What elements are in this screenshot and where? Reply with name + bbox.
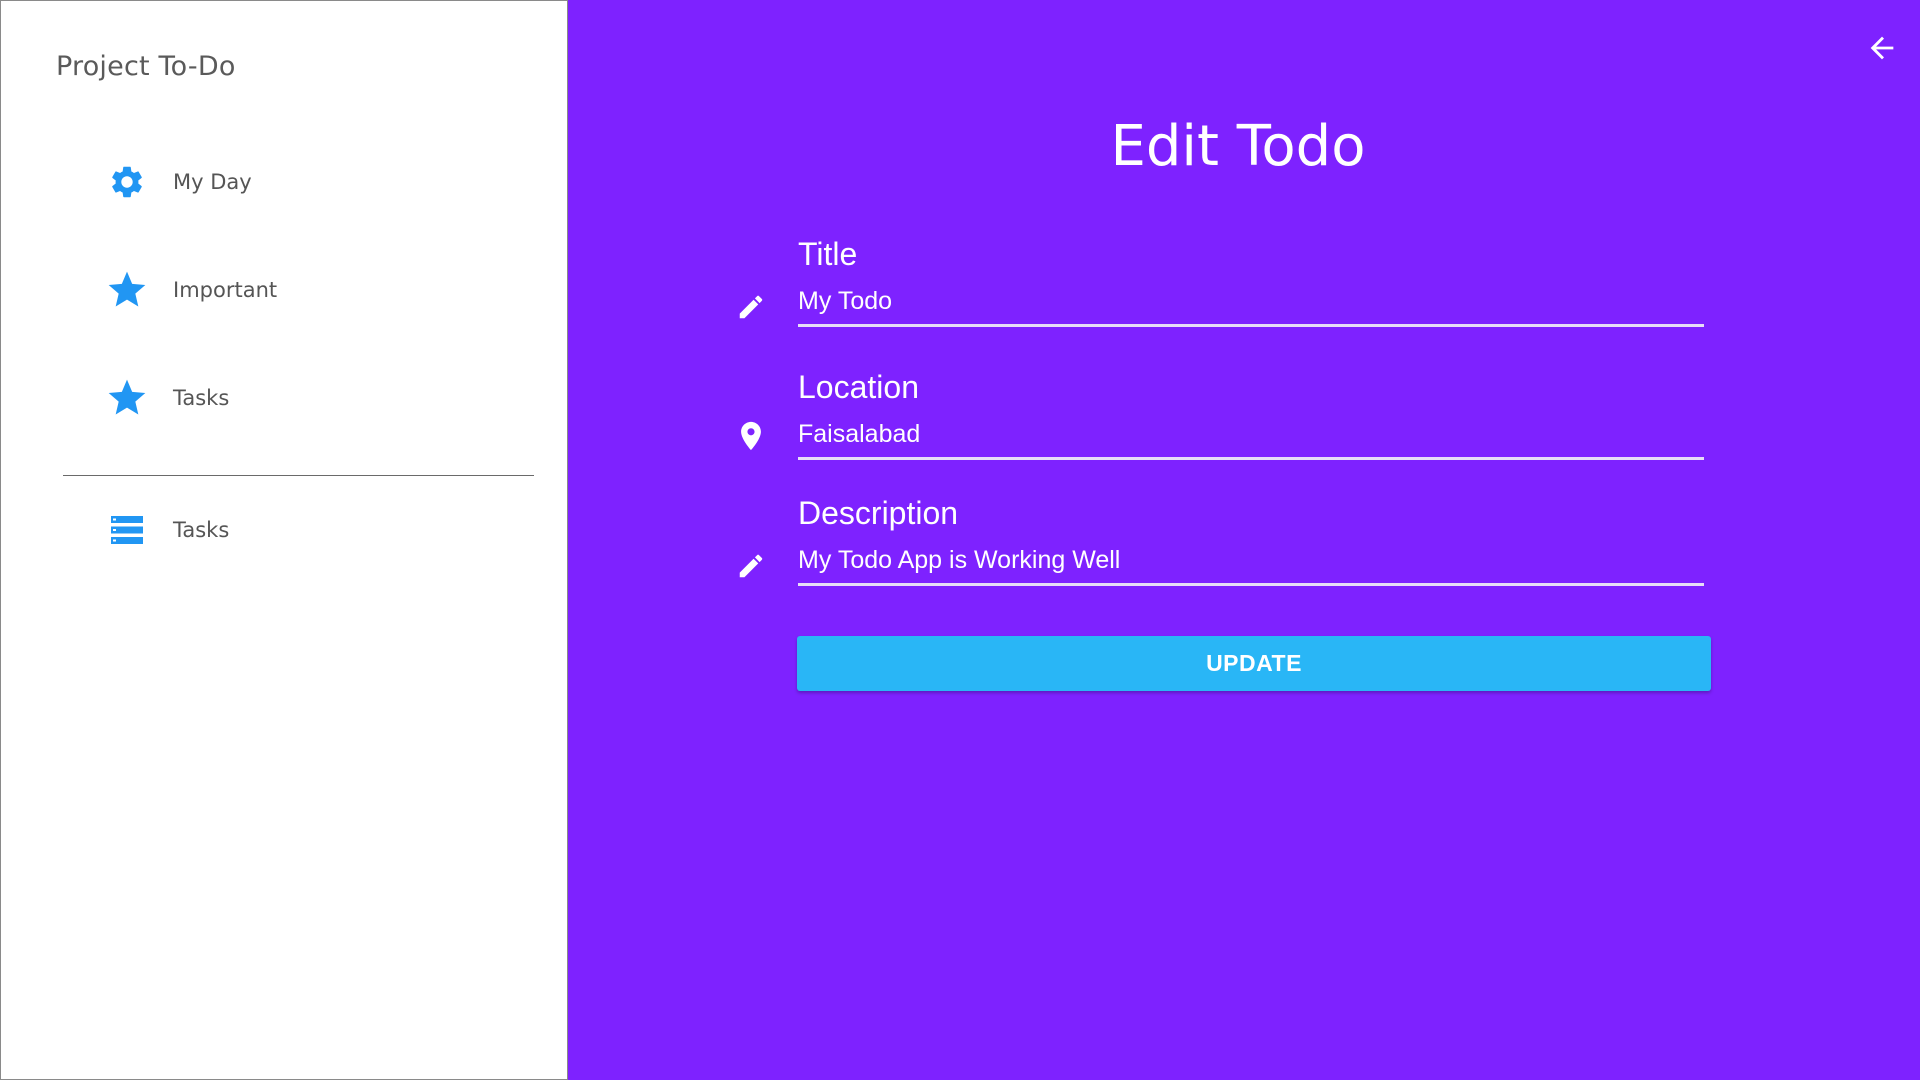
title-label: Title	[798, 236, 858, 272]
description-field: Description	[739, 495, 1704, 586]
star-icon	[105, 376, 149, 420]
sidebar-item-tasks[interactable]: Tasks	[105, 373, 229, 423]
location-label: Location	[798, 369, 919, 405]
arrow-left-icon	[1865, 31, 1899, 70]
sidebar-item-label: Tasks	[173, 386, 230, 410]
gear-icon	[105, 160, 149, 204]
sidebar-item-label: My Day	[173, 170, 252, 194]
sidebar-item-important[interactable]: Important	[105, 265, 277, 315]
app-title: Project To-Do	[56, 51, 236, 82]
title-field: Title	[739, 236, 1704, 327]
sidebar: Project To-Do My Day Important Tasks Tas…	[0, 0, 568, 1080]
list-icon	[105, 508, 149, 552]
title-input[interactable]	[798, 284, 1704, 327]
pencil-icon	[734, 290, 768, 324]
description-input[interactable]	[798, 543, 1704, 586]
description-label: Description	[798, 495, 959, 531]
sidebar-item-label: Important	[173, 278, 278, 302]
sidebar-item-my-day[interactable]: My Day	[105, 157, 252, 207]
back-button[interactable]	[1862, 30, 1902, 70]
sidebar-item-label: Tasks	[173, 518, 230, 542]
pencil-icon	[734, 549, 768, 583]
page-title: Edit Todo	[1110, 114, 1366, 179]
star-icon	[105, 268, 149, 312]
location-pin-icon	[734, 419, 768, 453]
sidebar-item-tasks-list[interactable]: Tasks	[105, 505, 229, 555]
app-window: Project To-Do My Day Important Tasks Tas…	[0, 0, 1920, 1080]
update-button[interactable]: UPDATE	[797, 636, 1711, 691]
location-field: Location	[741, 369, 1704, 460]
sidebar-divider	[63, 475, 534, 476]
location-input[interactable]	[798, 417, 1704, 460]
